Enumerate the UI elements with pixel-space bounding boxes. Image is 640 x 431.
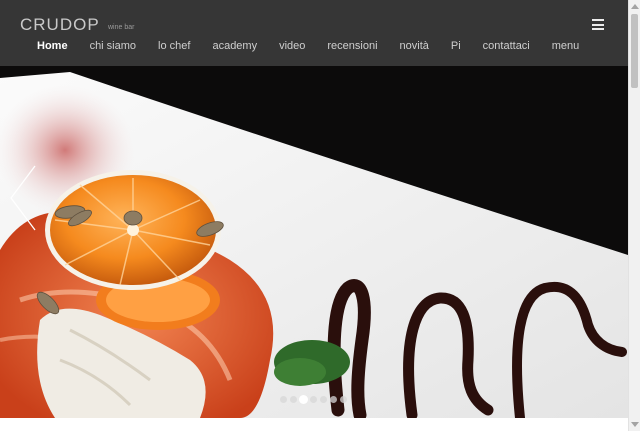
slider-dot[interactable] xyxy=(310,396,317,403)
slider-dots xyxy=(280,396,347,403)
hamburger-icon[interactable] xyxy=(592,19,604,30)
chevron-left-icon[interactable] xyxy=(8,164,38,232)
site-header: CRUDOP wine bar Home chi siamo lo chef a… xyxy=(0,0,628,66)
slider-dot[interactable] xyxy=(280,396,287,403)
nav-item-menu[interactable]: menu xyxy=(552,40,580,52)
nav-item-home[interactable]: Home xyxy=(37,40,68,52)
nav-item-chi-siamo[interactable]: chi siamo xyxy=(90,40,136,52)
nav-item-pi[interactable]: Pi xyxy=(451,40,461,52)
scrollbar-thumb[interactable] xyxy=(631,14,638,88)
slider-dot[interactable] xyxy=(290,396,297,403)
nav-item-video[interactable]: video xyxy=(279,40,305,52)
slider-dot[interactable] xyxy=(330,396,337,403)
slider-dot[interactable] xyxy=(300,396,307,403)
nav-item-lo-chef[interactable]: lo chef xyxy=(158,40,190,52)
page-bottom xyxy=(0,418,628,431)
brand-logo[interactable]: CRUDOP xyxy=(20,15,100,35)
nav-item-novita[interactable]: novità xyxy=(400,40,429,52)
brand-subtitle: wine bar xyxy=(108,24,135,31)
main-nav: Home chi siamo lo chef academy video rec… xyxy=(37,38,579,54)
scroll-down-icon[interactable] xyxy=(631,422,639,427)
page-scrollbar[interactable] xyxy=(628,0,640,431)
scroll-up-icon[interactable] xyxy=(631,4,639,9)
nav-item-contattaci[interactable]: contattaci xyxy=(483,40,530,52)
nav-item-academy[interactable]: academy xyxy=(212,40,257,52)
slider-dot[interactable] xyxy=(320,396,327,403)
nav-item-recensioni[interactable]: recensioni xyxy=(327,40,377,52)
slider-dot[interactable] xyxy=(340,396,347,403)
